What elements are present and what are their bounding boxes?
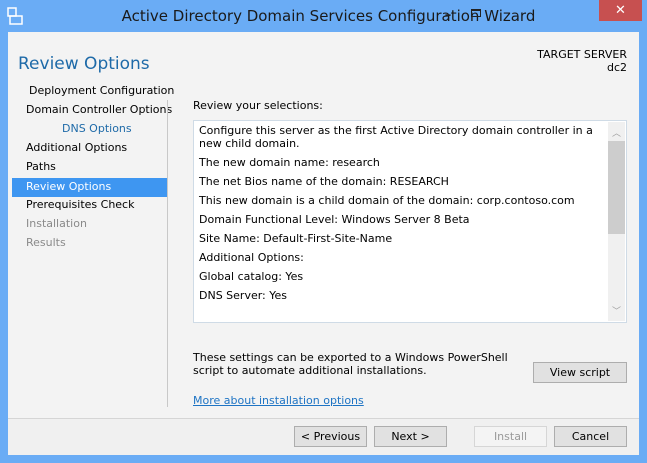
sidebar-item-results: Results <box>26 236 66 249</box>
sidebar-item-installation: Installation <box>26 217 87 230</box>
next-button[interactable]: Next > <box>374 426 447 447</box>
cancel-button[interactable]: Cancel <box>554 426 627 447</box>
review-textbox[interactable]: Configure this server as the first Activ… <box>193 120 627 323</box>
sidebar-item-prerequisites-check[interactable]: Prerequisites Check <box>12 196 167 215</box>
title-bar: Active Directory Domain Services Configu… <box>0 0 647 32</box>
minimize-button[interactable]: – <box>438 8 458 24</box>
view-script-button[interactable]: View script <box>533 362 627 383</box>
review-line: DNS Server: Yes <box>199 289 288 302</box>
maximize-button[interactable] <box>466 6 486 24</box>
review-line: Site Name: Default-First-Site-Name <box>199 232 393 245</box>
window-title: Active Directory Domain Services Configu… <box>121 7 536 25</box>
target-server-label: TARGET SERVER <box>537 48 627 61</box>
scroll-up-icon[interactable]: ︿ <box>608 126 625 139</box>
sidebar-item-domain-controller-options[interactable]: Domain Controller Options <box>12 101 172 120</box>
close-button[interactable]: ✕ <box>599 0 642 21</box>
sidebar-item-dns-options[interactable]: DNS Options <box>12 120 167 139</box>
maximize-icon <box>471 9 481 17</box>
review-line: The new domain name: research <box>199 156 380 169</box>
review-line: Additional Options: <box>199 251 304 264</box>
sidebar-item-paths[interactable]: Paths <box>12 158 167 177</box>
sidebar-divider <box>167 100 168 407</box>
review-line: Configure this server as the first Activ… <box>199 124 593 150</box>
sidebar-item-deployment-configuration[interactable]: Deployment Configuration <box>12 82 174 101</box>
review-line: Domain Functional Level: Windows Server … <box>199 213 470 226</box>
export-description: These settings can be exported to a Wind… <box>193 351 508 377</box>
review-line: Global catalog: Yes <box>199 270 304 283</box>
vertical-scrollbar[interactable]: ︿ ﹀ <box>608 122 625 321</box>
install-button: Install <box>474 426 547 447</box>
more-installation-options-link[interactable]: More about installation options <box>193 394 364 407</box>
review-line: The net Bios name of the domain: RESEARC… <box>199 175 449 188</box>
review-label: Review your selections: <box>193 99 323 112</box>
sidebar-item-review-options[interactable]: Review Options <box>12 178 167 197</box>
target-server-name: dc2 <box>606 61 627 74</box>
scroll-down-icon[interactable]: ﹀ <box>608 304 625 317</box>
target-server: TARGET SERVER dc2 <box>537 48 627 74</box>
scrollbar-thumb[interactable] <box>608 141 625 234</box>
page-title: Review Options <box>18 54 150 74</box>
previous-button[interactable]: < Previous <box>294 426 367 447</box>
review-line: This new domain is a child domain of the… <box>199 194 575 207</box>
sidebar-item-additional-options[interactable]: Additional Options <box>12 139 167 158</box>
